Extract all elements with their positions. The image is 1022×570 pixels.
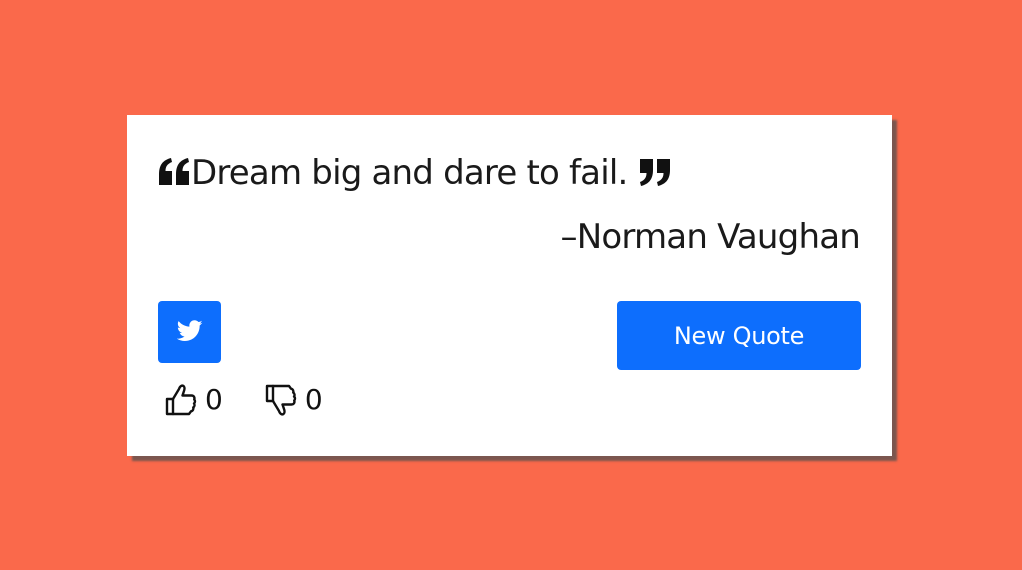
dislike-button[interactable]: 0 [265, 383, 323, 417]
like-count: 0 [205, 383, 223, 416]
thumbs-down-icon [265, 383, 297, 417]
quote-text: Dream big and dare to fail. [191, 153, 628, 193]
open-quote-icon [157, 157, 191, 187]
quote-author: –Norman Vaughan [560, 217, 861, 257]
close-quote-icon [638, 157, 672, 187]
thumbs-up-icon [165, 383, 197, 417]
tweet-quote-button[interactable] [158, 301, 221, 363]
quote-text-line: Dream big and dare to fail. [157, 149, 862, 197]
vote-bar: 0 0 [165, 381, 323, 419]
like-button[interactable]: 0 [165, 383, 223, 417]
twitter-icon [176, 319, 203, 345]
quote-box: Dream big and dare to fail. –Norman Vaug… [127, 115, 892, 456]
new-quote-button[interactable]: New Quote [617, 301, 861, 370]
dislike-count: 0 [304, 383, 323, 416]
